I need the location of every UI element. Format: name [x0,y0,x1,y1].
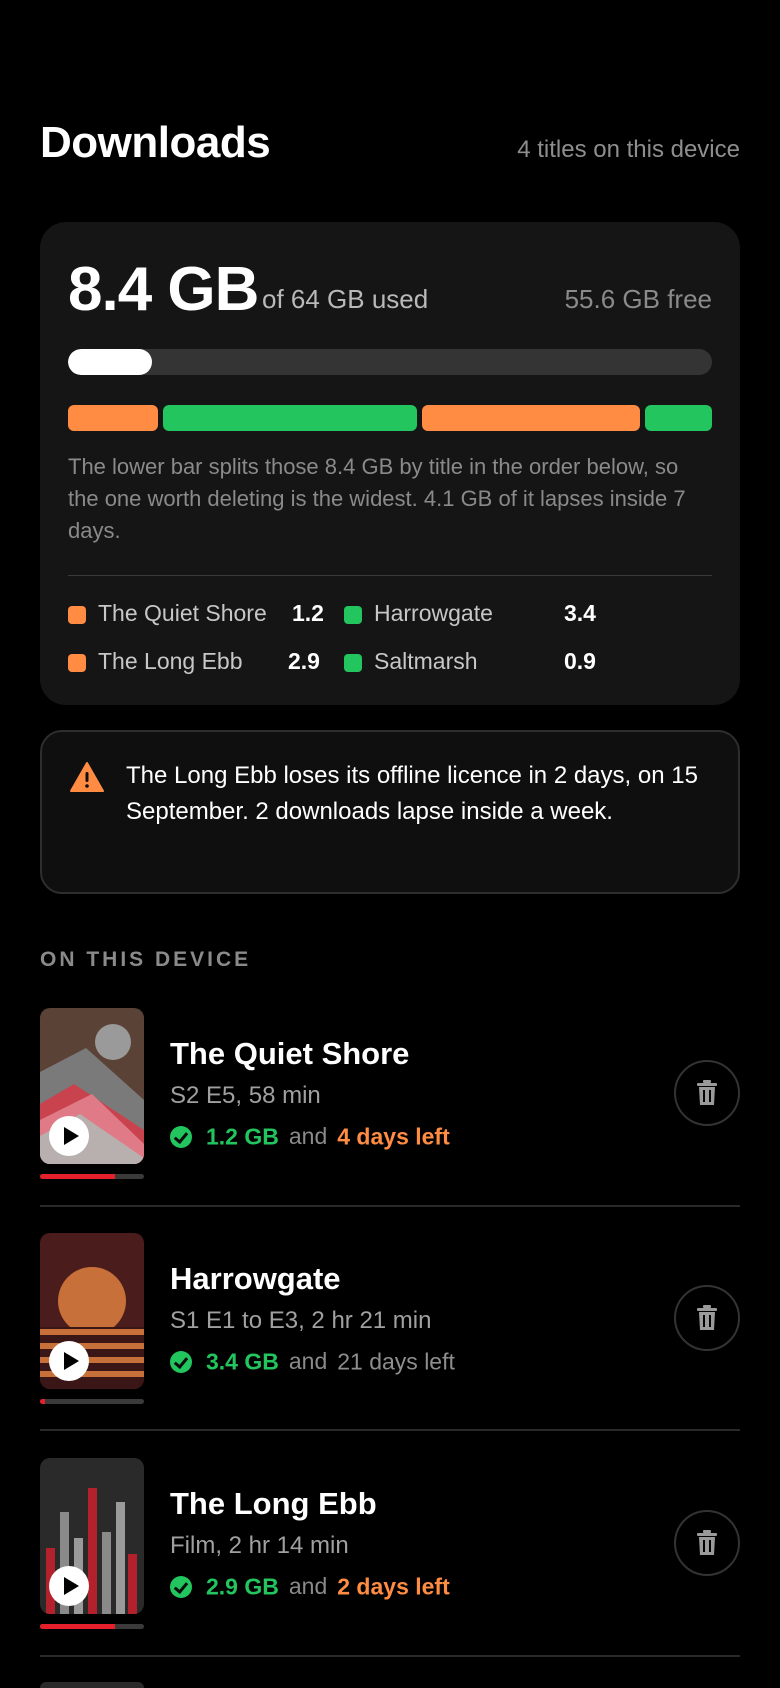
and-text: and [288,1123,328,1150]
split-segment-0 [68,405,158,431]
play-button[interactable] [49,1566,89,1606]
item-title: The Long Ebb [170,1486,377,1521]
item-size: 2.9 GB [206,1573,279,1600]
watch-progress-fill [40,1174,115,1179]
item-divider [40,1655,740,1657]
trash-icon [697,1080,717,1105]
watch-progress [40,1399,144,1404]
item-status: 1.2 GB and 4 days left [170,1122,450,1152]
trash-icon [697,1305,717,1330]
split-segment-2 [422,405,640,431]
legend-swatch [68,654,86,672]
delete-button[interactable] [674,1285,740,1351]
title-split-bar [68,405,712,431]
trash-icon [697,1530,717,1555]
item-title: The Quiet Shore [170,1036,410,1071]
storage-progress-fill [68,349,153,375]
time-left: 4 days left [337,1123,450,1150]
warning-icon [70,762,104,792]
title-count: 4 titles on this device [517,136,740,163]
divider [68,575,712,576]
check-icon [170,1350,192,1373]
play-button[interactable] [49,1341,89,1381]
legend-name: Harrowgate [374,600,493,626]
legend-swatch [344,606,362,624]
used-amount: 8.4 GB [68,255,259,324]
item-divider [40,1429,740,1431]
header: Downloads 4 titles on this device [40,118,740,174]
section-label: ON THIS DEVICE [40,948,252,971]
check-icon [170,1125,192,1148]
legend-value: 0.9 [564,648,596,674]
item-status: 2.9 GB and 2 days left [170,1572,450,1602]
watch-progress [40,1174,144,1179]
item-meta: S1 E1 to E3, 2 hr 21 min [170,1307,432,1334]
item-size: 1.2 GB [206,1123,279,1150]
storage-usage-row: 8.4 GB of 64 GB used 55.6 GB free [68,254,712,324]
used-of-total: of 64 GB used [262,284,429,314]
licence-alert: The Long Ebb loses its offline licence i… [40,730,740,894]
play-button[interactable] [49,1116,89,1156]
legend-value: 3.4 [564,600,596,626]
poster-thumbnail[interactable] [40,1458,144,1614]
download-item[interactable]: The Long Ebb Film, 2 hr 14 min 2.9 GB and… [40,1458,740,1658]
delete-button[interactable] [674,1510,740,1576]
legend-name: The Long Ebb [98,648,243,674]
legend-name: Saltmarsh [374,648,478,674]
watch-progress [40,1624,144,1629]
and-text: and [288,1573,328,1600]
time-left: 2 days left [337,1573,450,1600]
item-title: Harrowgate [170,1261,341,1296]
poster-thumbnail[interactable] [40,1233,144,1389]
alert-text: The Long Ebb loses its offline licence i… [126,762,698,825]
time-left: 21 days left [337,1348,455,1375]
legend-swatch [68,606,86,624]
storage-card: 8.4 GB of 64 GB used 55.6 GB free The lo… [40,222,740,705]
next-item-thumbnail[interactable] [40,1682,144,1688]
item-status: 3.4 GB and 21 days left [170,1347,455,1377]
free-amount: 55.6 GB free [564,284,712,314]
download-item[interactable]: The Quiet Shore S2 E5, 58 min 1.2 GB and 4… [40,1008,740,1208]
item-size: 3.4 GB [206,1348,279,1375]
check-icon [170,1575,192,1598]
item-meta: S2 E5, 58 min [170,1082,321,1109]
delete-button[interactable] [674,1060,740,1126]
legend-value: 1.2 [292,600,324,626]
download-item[interactable]: Harrowgate S1 E1 to E3, 2 hr 21 min 3.4 … [40,1233,740,1433]
legend-name: The Quiet Shore [98,600,267,626]
and-text: and [288,1348,328,1375]
page-title: Downloads [40,118,271,167]
legend-swatch [344,654,362,672]
item-divider [40,1205,740,1207]
watch-progress-fill [40,1399,46,1404]
item-meta: Film, 2 hr 14 min [170,1532,349,1559]
poster-thumbnail[interactable] [40,1008,144,1164]
storage-progress-bar [68,349,712,375]
storage-note: The lower bar splits those 8.4 GB by tit… [68,454,686,543]
split-segment-3 [644,405,712,431]
legend-value: 2.9 [288,648,320,674]
watch-progress-fill [40,1624,115,1629]
split-segment-1 [162,405,418,431]
split-legend: The Quiet Shore 1.2 Harrowgate 3.4 The L… [68,600,628,700]
